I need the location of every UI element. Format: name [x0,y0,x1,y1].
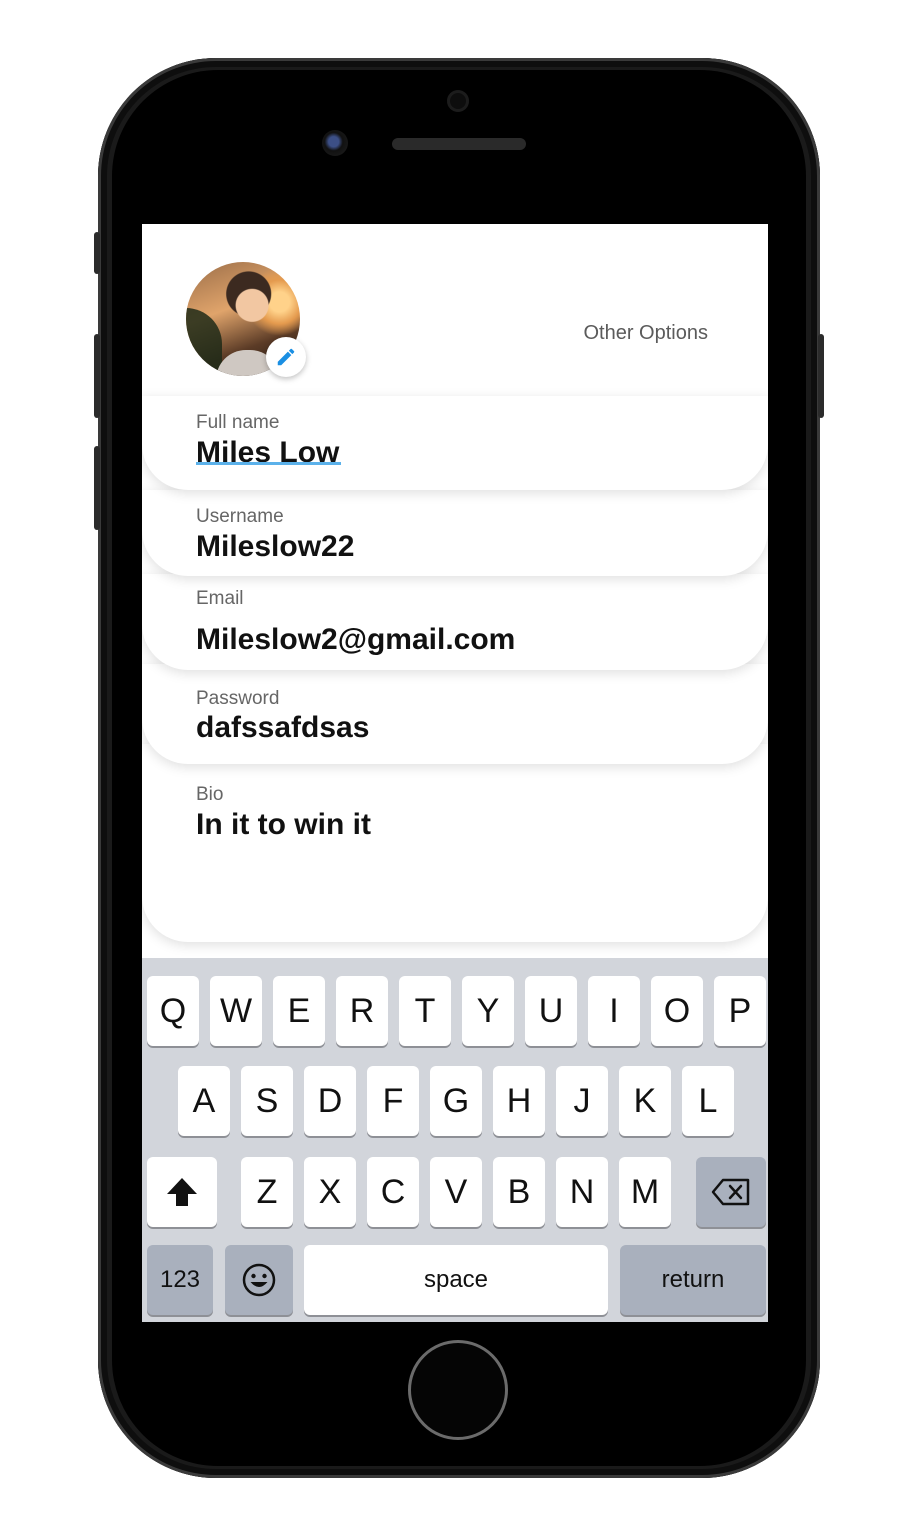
key-v[interactable]: V [430,1157,482,1227]
key-n[interactable]: N [556,1157,608,1227]
email-value[interactable]: Mileslow2@gmail.com [196,623,515,657]
key-g[interactable]: G [430,1066,482,1136]
edit-avatar-button[interactable] [266,337,306,377]
bio-value[interactable]: In it to win it [196,808,371,842]
key-m[interactable]: M [619,1157,671,1227]
full-name-label: Full name [196,412,280,433]
space-key[interactable]: space [304,1245,608,1315]
key-q[interactable]: Q [147,976,199,1046]
key-x[interactable]: X [304,1157,356,1227]
key-y[interactable]: Y [462,976,514,1046]
key-o[interactable]: O [651,976,703,1046]
backspace-icon [711,1178,750,1206]
pencil-icon [277,348,295,366]
proximity-sensor [447,90,469,112]
full-name-field[interactable]: Full name Miles Low [142,396,768,490]
shift-icon [167,1178,197,1206]
key-h[interactable]: H [493,1066,545,1136]
key-w[interactable]: W [210,976,262,1046]
password-label: Password [196,688,280,709]
key-u[interactable]: U [525,976,577,1046]
key-s[interactable]: S [241,1066,293,1136]
emoji-key[interactable] [225,1245,293,1315]
bio-label: Bio [196,784,224,805]
shift-key[interactable] [147,1157,217,1227]
key-d[interactable]: D [304,1066,356,1136]
power-button [818,334,824,418]
full-name-focus-underline [196,462,341,465]
other-options-link[interactable]: Other Options [583,322,708,345]
backspace-key[interactable] [696,1157,766,1227]
password-value[interactable]: dafssafdsas [196,711,369,745]
username-label: Username [196,506,284,527]
key-e[interactable]: E [273,976,325,1046]
volume-up-button [94,334,100,418]
home-button[interactable] [408,1340,508,1440]
mute-switch [94,232,100,274]
key-b[interactable]: B [493,1157,545,1227]
key-t[interactable]: T [399,976,451,1046]
email-field[interactable]: Email Mileslow2@gmail.com [142,574,768,670]
key-z[interactable]: Z [241,1157,293,1227]
key-p[interactable]: P [714,976,766,1046]
emoji-icon [242,1263,276,1297]
username-field[interactable]: Username Mileslow22 [142,490,768,576]
key-k[interactable]: K [619,1066,671,1136]
password-field[interactable]: Password dafssafdsas [142,664,768,764]
numbers-key[interactable]: 123 [147,1245,213,1315]
username-value[interactable]: Mileslow22 [196,530,354,564]
earpiece-speaker [392,138,526,150]
key-j[interactable]: J [556,1066,608,1136]
front-camera [322,130,348,156]
volume-down-button [94,446,100,530]
key-i[interactable]: I [588,976,640,1046]
key-f[interactable]: F [367,1066,419,1136]
keyboard: Q W E R T Y U I O P A S D F G H J K L Z … [142,958,768,1322]
edit-profile-screen: Other Options Bio In it to win it Passwo… [142,224,768,1322]
key-a[interactable]: A [178,1066,230,1136]
key-r[interactable]: R [336,976,388,1046]
email-label: Email [196,588,244,609]
avatar-background-tree [186,308,222,376]
return-key[interactable]: return [620,1245,766,1315]
key-l[interactable]: L [682,1066,734,1136]
key-c[interactable]: C [367,1157,419,1227]
bio-field[interactable]: Bio In it to win it [142,744,768,942]
